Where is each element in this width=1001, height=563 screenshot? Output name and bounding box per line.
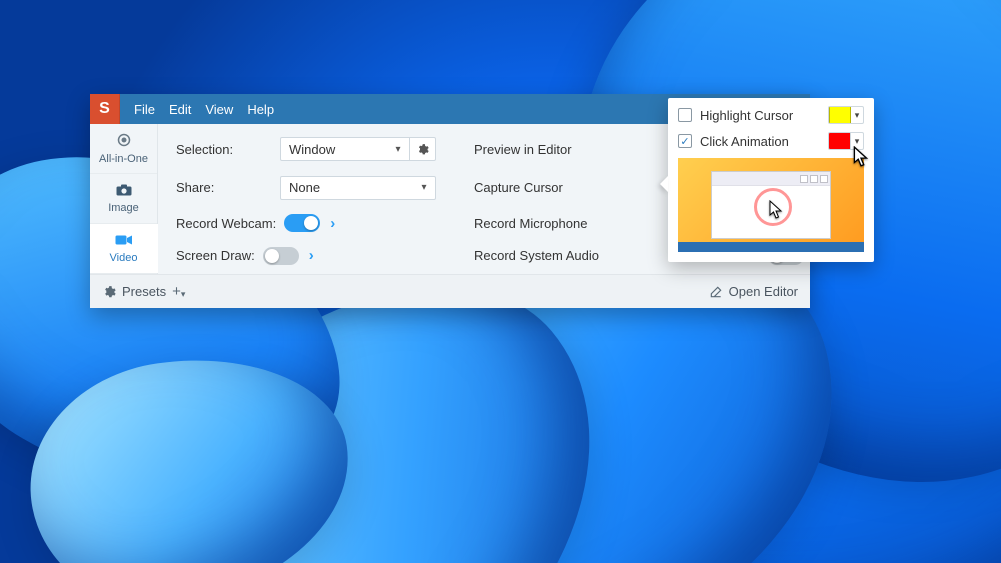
share-label: Share: bbox=[176, 180, 272, 195]
click-animation-color-swatch bbox=[829, 132, 851, 150]
record-dot-icon bbox=[117, 133, 131, 150]
tab-all-in-one[interactable]: All-in-One bbox=[90, 124, 157, 174]
selection-dropdown[interactable]: Window ▾ bbox=[280, 137, 436, 161]
record-webcam-label: Record Webcam: bbox=[176, 216, 276, 231]
menu-help[interactable]: Help bbox=[247, 102, 274, 117]
click-animation-checkbox[interactable]: ✓ bbox=[678, 134, 692, 148]
screen-draw-expand[interactable]: › bbox=[307, 247, 316, 264]
click-animation-preview bbox=[678, 158, 864, 252]
add-preset-button[interactable]: +▾ bbox=[172, 283, 185, 300]
record-webcam-toggle[interactable] bbox=[284, 214, 320, 232]
highlight-color-dropdown[interactable]: ▾ bbox=[828, 106, 864, 124]
cursor-options-flyout: Highlight Cursor ▾ ✓ Click Animation ▾ bbox=[668, 98, 874, 262]
menu-view[interactable]: View bbox=[205, 102, 233, 117]
click-animation-label: Click Animation bbox=[700, 134, 820, 149]
tab-image[interactable]: Image bbox=[90, 174, 157, 224]
tab-video-label: Video bbox=[110, 252, 138, 264]
chevron-down-icon: ▾ bbox=[851, 110, 863, 121]
selection-label: Selection: bbox=[176, 142, 272, 157]
camera-icon bbox=[116, 184, 132, 199]
open-editor-button[interactable]: Open Editor bbox=[709, 284, 798, 299]
chevron-down-icon: ▾ bbox=[413, 182, 435, 193]
presets-label: Presets bbox=[122, 284, 166, 299]
highlight-cursor-checkbox[interactable] bbox=[678, 108, 692, 122]
share-value: None bbox=[281, 180, 413, 195]
highlight-color-swatch bbox=[829, 106, 851, 124]
footer-bar: Presets +▾ Open Editor bbox=[90, 274, 810, 308]
selection-settings-gear[interactable] bbox=[409, 138, 435, 160]
highlight-cursor-label: Highlight Cursor bbox=[700, 108, 820, 123]
chevron-down-icon: ▾ bbox=[387, 144, 409, 155]
presets-button[interactable]: Presets bbox=[102, 284, 166, 299]
record-webcam-expand[interactable]: › bbox=[328, 215, 337, 232]
menu-edit[interactable]: Edit bbox=[169, 102, 191, 117]
tab-image-label: Image bbox=[108, 202, 139, 214]
screen-draw-label: Screen Draw: bbox=[176, 248, 255, 263]
chevron-down-icon: ▾ bbox=[851, 136, 863, 147]
menu-file[interactable]: File bbox=[134, 102, 155, 117]
selection-value: Window bbox=[281, 142, 387, 157]
cursor-icon bbox=[769, 200, 783, 220]
edit-icon bbox=[709, 285, 723, 299]
screen-draw-toggle[interactable] bbox=[263, 247, 299, 265]
tab-video[interactable]: Video bbox=[90, 224, 157, 274]
app-logo: S bbox=[90, 94, 120, 124]
video-camera-icon bbox=[115, 234, 133, 249]
tab-all-in-one-label: All-in-One bbox=[99, 153, 148, 165]
mode-sidebar: All-in-One Image Video bbox=[90, 124, 158, 274]
open-editor-label: Open Editor bbox=[729, 284, 798, 299]
gear-icon bbox=[102, 285, 116, 299]
mouse-cursor bbox=[853, 146, 867, 166]
share-dropdown[interactable]: None ▾ bbox=[280, 176, 436, 200]
